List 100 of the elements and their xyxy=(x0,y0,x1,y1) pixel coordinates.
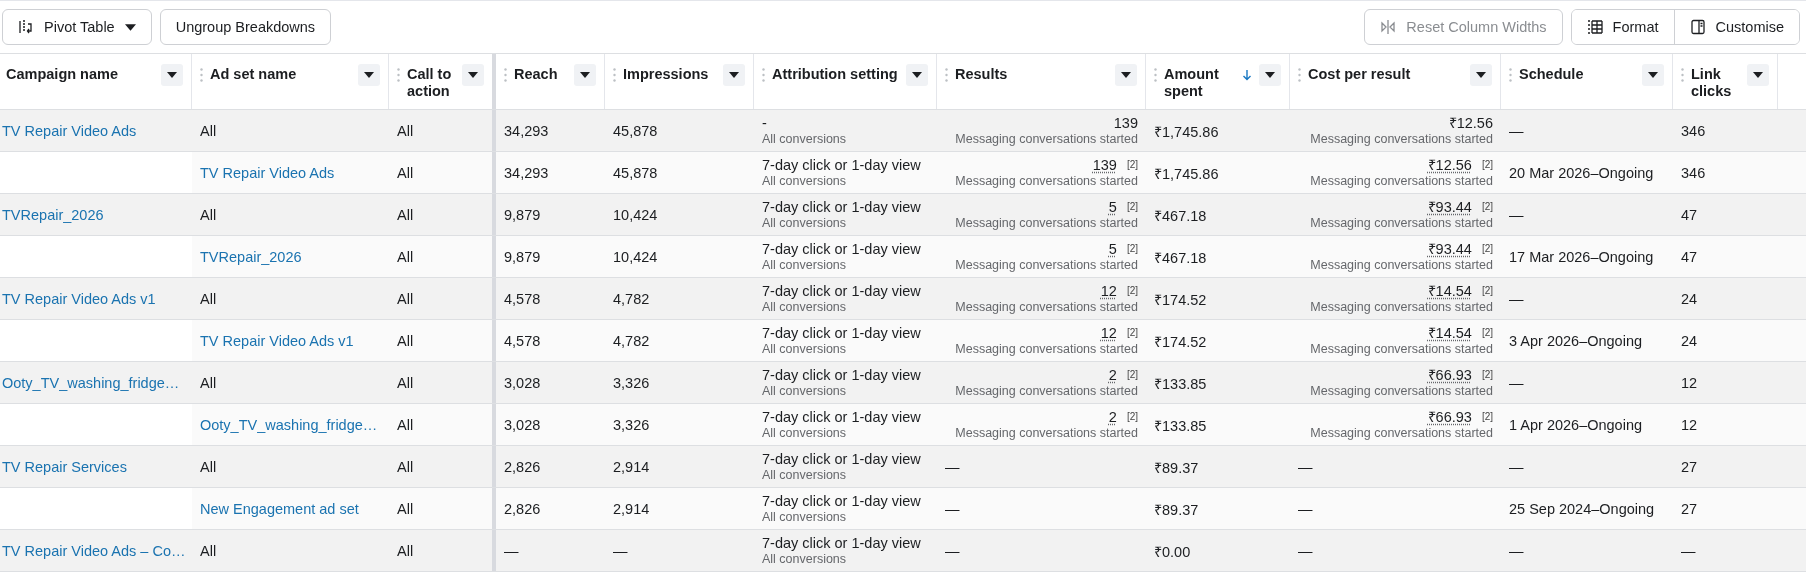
drag-handle-icon xyxy=(1681,68,1684,82)
table-cell-text: ₹133.85 xyxy=(1154,416,1207,435)
cell-caption: All conversions xyxy=(762,299,847,315)
table-cell: — xyxy=(504,542,519,559)
caret-icon xyxy=(1121,72,1131,78)
cell-caption: Messaging conversations started xyxy=(955,130,1138,147)
column-menu-button[interactable] xyxy=(1115,64,1137,86)
table-cell: 2,826 xyxy=(504,500,541,517)
caret-icon xyxy=(167,72,177,78)
column-header[interactable]: Schedule xyxy=(1501,54,1673,109)
footnote-mark: [2] xyxy=(1126,283,1138,298)
column-header[interactable]: Campaign name xyxy=(0,54,192,109)
column-menu-button[interactable] xyxy=(723,64,745,86)
cell-caption: Messaging conversations started xyxy=(955,340,1138,357)
campaign-link[interactable]: TVRepair_2026 xyxy=(2,206,104,223)
table-cell: 2 xyxy=(1108,366,1117,383)
column-header[interactable]: Results xyxy=(937,54,1146,109)
column-header[interactable]: Amount spent xyxy=(1146,54,1290,109)
table-cell: ₹66.93 xyxy=(1427,366,1472,383)
column-menu-button[interactable] xyxy=(906,64,928,86)
table-cell: 12 xyxy=(1681,374,1698,391)
column-header[interactable]: Attribution setting xyxy=(754,54,937,109)
table-cell: 2 xyxy=(1108,408,1117,425)
column-header[interactable]: Reach xyxy=(496,54,605,109)
table-cell: — xyxy=(1681,542,1696,559)
column-header[interactable]: Cost per result xyxy=(1290,54,1501,109)
cell-caption: All conversions xyxy=(762,341,847,357)
footnote-mark: [2] xyxy=(1126,409,1138,424)
campaign-link[interactable]: Ooty_TV_washing_fridge… xyxy=(2,374,180,391)
column-menu-button[interactable] xyxy=(1642,64,1664,86)
table-cell-text: ₹0.00 xyxy=(1154,542,1191,561)
column-resize-icon xyxy=(1380,19,1397,35)
table-cell: — xyxy=(1509,290,1524,307)
column-menu-button[interactable] xyxy=(574,64,596,86)
table-cell: 4,578 xyxy=(504,290,541,307)
table-cell: 2,826 xyxy=(504,458,541,475)
table-cell: All xyxy=(397,416,414,433)
campaign-link[interactable]: TV Repair Services xyxy=(2,458,127,475)
campaign-link[interactable]: TV Repair Video Ads – Co… xyxy=(2,542,186,559)
table-cell: — xyxy=(1298,458,1313,475)
table-cell-text: ₹174.52 xyxy=(1154,332,1207,351)
pivot-table-button[interactable]: Pivot Table xyxy=(2,9,152,45)
column-header[interactable]: Link clicks xyxy=(1673,54,1778,109)
table-cell: 3,028 xyxy=(504,374,541,391)
column-menu-button[interactable] xyxy=(462,64,484,86)
column-label: Impressions xyxy=(623,66,710,83)
footnote-mark: [2] xyxy=(1126,157,1138,172)
table-cell: 4,578 xyxy=(504,332,541,349)
table-cell: 2,914 xyxy=(613,458,650,475)
caret-icon xyxy=(580,72,590,78)
ad-set-link[interactable]: TV Repair Video Ads v1 xyxy=(200,332,354,349)
footnote-mark: [2] xyxy=(1481,325,1493,340)
table-cell: All xyxy=(397,290,414,307)
campaign-link[interactable]: TV Repair Video Ads xyxy=(2,122,137,139)
table-cell: — xyxy=(1509,122,1524,139)
column-menu-button[interactable] xyxy=(1470,64,1492,86)
drag-handle-icon xyxy=(504,68,507,82)
cell-caption: Messaging conversations started xyxy=(955,424,1138,441)
column-menu-button[interactable] xyxy=(358,64,380,86)
sort-descending-icon xyxy=(1242,69,1252,81)
table-cell: — xyxy=(945,542,960,559)
caret-icon xyxy=(1753,72,1763,78)
table-cell: All xyxy=(397,374,414,391)
table-cell-text: ₹1,745.86 xyxy=(1154,122,1219,141)
column-header[interactable]: Impressions xyxy=(605,54,754,109)
ad-set-link[interactable]: New Engagement ad set xyxy=(200,500,359,517)
ad-set-link[interactable]: TV Repair Video Ads xyxy=(200,164,335,181)
table-cell: 4,782 xyxy=(613,290,650,307)
table-cell: All xyxy=(397,458,414,475)
cell-caption: Messaging conversations started xyxy=(1310,172,1493,189)
column-menu-button[interactable] xyxy=(1747,64,1769,86)
table-cell: All xyxy=(200,206,217,223)
caret-icon xyxy=(1648,72,1658,78)
cell-caption: All conversions xyxy=(762,425,847,441)
table-cell: All xyxy=(200,290,217,307)
table-cell: 25 Sep 2024–Ongoing xyxy=(1509,500,1655,517)
ad-set-link[interactable]: Ooty_TV_washing_fridge… xyxy=(200,416,378,433)
ungroup-breakdowns-button[interactable]: Ungroup Breakdowns xyxy=(159,9,332,45)
campaign-link[interactable]: TV Repair Video Ads v1 xyxy=(2,290,156,307)
cell-caption: Messaging conversations started xyxy=(955,298,1138,315)
table-cell: 24 xyxy=(1681,332,1698,349)
table-cell: - xyxy=(762,114,767,131)
table-cell: 12 xyxy=(1100,282,1117,299)
cell-caption: Messaging conversations started xyxy=(955,256,1138,273)
customise-button[interactable]: Customise xyxy=(1673,10,1799,44)
column-label: Results xyxy=(955,66,1009,83)
column-header[interactable]: Ad set name xyxy=(192,54,389,109)
table-cell: 7-day click or 1-day view xyxy=(762,450,921,467)
table-cell: ₹66.93 xyxy=(1427,408,1472,425)
footnote-mark: [2] xyxy=(1481,199,1493,214)
caret-icon xyxy=(1265,72,1275,78)
column-menu-button[interactable] xyxy=(161,64,183,86)
table-cell: 7-day click or 1-day view xyxy=(762,534,921,551)
drag-handle-icon xyxy=(397,68,400,82)
column-menu-button[interactable] xyxy=(1259,64,1281,86)
caret-icon xyxy=(1476,72,1486,78)
table-cell: 27 xyxy=(1681,458,1698,475)
table-cell: 7-day click or 1-day view xyxy=(762,282,921,299)
ad-set-link[interactable]: TVRepair_2026 xyxy=(200,248,302,265)
cell-caption: All conversions xyxy=(762,383,847,399)
